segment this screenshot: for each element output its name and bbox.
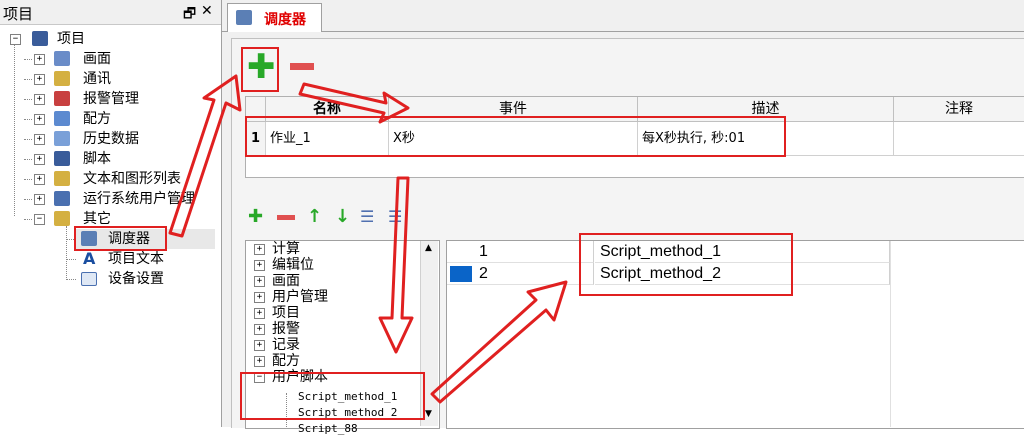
task-number: 1 (479, 243, 488, 260)
screen-folder-icon (54, 51, 70, 66)
expand-icon[interactable]: + (34, 94, 45, 105)
function-category-9[interactable]: 用户脚本 (272, 369, 328, 385)
col-header-name[interactable]: 名称 (266, 97, 389, 122)
function-category-7[interactable]: 记录 (272, 337, 300, 353)
expand-icon[interactable]: + (254, 292, 265, 303)
task-name-cell[interactable]: Script_method_2 (595, 263, 890, 285)
alarm-folder-icon (54, 91, 70, 106)
function-category-3[interactable]: 画面 (272, 273, 300, 289)
expand-icon[interactable]: + (34, 194, 45, 205)
expand-icon[interactable]: + (254, 244, 265, 255)
project-pane-title-bar: 项目 🗗 ✕ (0, 0, 221, 25)
tree-item-label: 配方 (83, 111, 111, 127)
job-note-cell[interactable] (894, 122, 1024, 156)
col-header-desc[interactable]: 描述 (638, 97, 894, 122)
tree-item-label: 历史数据 (83, 131, 139, 147)
tree-root-label: 项目 (57, 31, 85, 47)
task-number: 2 (479, 265, 488, 282)
row-header-corner (246, 97, 266, 122)
function-item-script-88[interactable]: Script_88 (298, 421, 358, 437)
expand-icon[interactable]: + (34, 114, 45, 125)
scroll-down-icon[interactable]: ▼ (425, 409, 432, 419)
tree-item-scheduler[interactable]: 调度器 (76, 229, 215, 249)
remove-task-button[interactable] (277, 215, 295, 220)
task-list: 1 Script_method_1 2 Script_method_2 (446, 240, 1024, 429)
function-tree-scrollbar[interactable]: ▲ ▼ (420, 241, 438, 426)
expand-icon[interactable]: + (34, 54, 45, 65)
tree-item-label: 其它 (83, 211, 111, 227)
function-item-script-method-1[interactable]: Script_method_1 (298, 389, 397, 405)
tree-item-label: 脚本 (83, 151, 111, 167)
expand-icon[interactable]: + (254, 356, 265, 367)
project-pane: 项目 🗗 ✕ − 项目 + 画面 + 通讯 + 报警管理 + 配方 + 历史数据 + 脚本 + 文本和图形… (0, 0, 222, 427)
add-job-button[interactable]: ✚ (247, 50, 276, 84)
history-folder-icon (54, 131, 70, 146)
job-event-cell[interactable]: X秒 (389, 122, 638, 156)
runtime-user-icon (54, 191, 70, 206)
scheduler-icon (81, 231, 97, 246)
project-text-icon: A (83, 249, 96, 268)
tree-item-label: 设备设置 (108, 271, 164, 287)
job-name-cell[interactable]: 作业_1 (266, 122, 389, 156)
function-category-1[interactable]: 计算 (272, 241, 300, 257)
float-pane-icon[interactable]: 🗗 (183, 3, 196, 27)
function-category-6[interactable]: 报警 (272, 321, 300, 337)
device-settings-icon (81, 272, 97, 286)
collapse-icon[interactable]: − (10, 34, 21, 45)
task-name-cell[interactable]: Script_method_1 (595, 241, 890, 263)
other-folder-icon (54, 211, 70, 226)
close-pane-icon[interactable]: ✕ (201, 3, 213, 19)
collapse-icon[interactable]: − (254, 372, 265, 383)
job-desc-cell[interactable]: 每X秒执行, 秒:01 (638, 122, 894, 156)
expand-icon[interactable]: + (34, 174, 45, 185)
move-down-icon[interactable]: ↓ (335, 206, 350, 228)
job-grid: 名称 事件 描述 注释 1 作业_1 X秒 每X秒执行, 秒:01 (245, 96, 1024, 178)
expand-icon[interactable]: + (34, 134, 45, 145)
task-row-2-num-cell[interactable]: 2 (447, 263, 594, 285)
expand-icon[interactable]: + (34, 154, 45, 165)
tree-item-label: 画面 (83, 51, 111, 67)
tree-item-label: 报警管理 (83, 91, 139, 107)
tree-item-label: 项目文本 (108, 251, 164, 267)
factory-icon (32, 31, 48, 46)
function-item-script-method-2[interactable]: Script_method_2 (298, 405, 397, 421)
scheduler-icon (236, 10, 252, 25)
col-header-event[interactable]: 事件 (389, 97, 638, 122)
tree-item-label: 调度器 (108, 231, 150, 247)
function-category-5[interactable]: 项目 (272, 305, 300, 321)
row-selection-marker (450, 266, 472, 282)
expand-icon[interactable]: + (254, 276, 265, 287)
outdent-icon[interactable]: ☰ (388, 206, 402, 228)
function-category-2[interactable]: 编辑位 (272, 257, 314, 273)
expand-icon[interactable]: + (254, 340, 265, 351)
expand-icon[interactable]: + (254, 324, 265, 335)
tree-item-label: 文本和图形列表 (83, 171, 181, 187)
function-category-4[interactable]: 用户管理 (272, 289, 328, 305)
expand-icon[interactable]: + (254, 260, 265, 271)
project-pane-title: 项目 (3, 5, 34, 23)
function-tree: + 计算 + 编辑位 + 画面 + 用户管理 + 项目 + 报警 + 记录 + 配方 − 用户脚本 Script_… (245, 240, 440, 435)
expand-icon[interactable]: + (34, 74, 45, 85)
indent-icon[interactable]: ☰ (360, 206, 374, 228)
tree-item-label: 通讯 (83, 71, 111, 87)
collapse-icon[interactable]: − (34, 214, 45, 225)
row-number: 1 (246, 122, 266, 156)
function-category-8[interactable]: 配方 (272, 353, 300, 369)
add-task-button[interactable]: ✚ (248, 206, 263, 228)
tab-label: 调度器 (264, 12, 306, 28)
recipe-folder-icon (54, 111, 70, 126)
remove-job-button[interactable] (290, 63, 314, 70)
task-row-1-num-cell[interactable]: 1 (447, 241, 594, 263)
expand-icon[interactable]: + (254, 308, 265, 319)
tab-scheduler[interactable]: 调度器 (227, 3, 322, 32)
textlist-folder-icon (54, 171, 70, 186)
scroll-up-icon[interactable]: ▲ (425, 243, 432, 253)
script-folder-icon (54, 151, 70, 166)
col-header-note[interactable]: 注释 (894, 97, 1024, 122)
comm-folder-icon (54, 71, 70, 86)
move-up-icon[interactable]: ↑ (307, 206, 322, 228)
tab-bar (222, 0, 1024, 32)
tree-item-label: 运行系统用户管理 (83, 191, 195, 207)
